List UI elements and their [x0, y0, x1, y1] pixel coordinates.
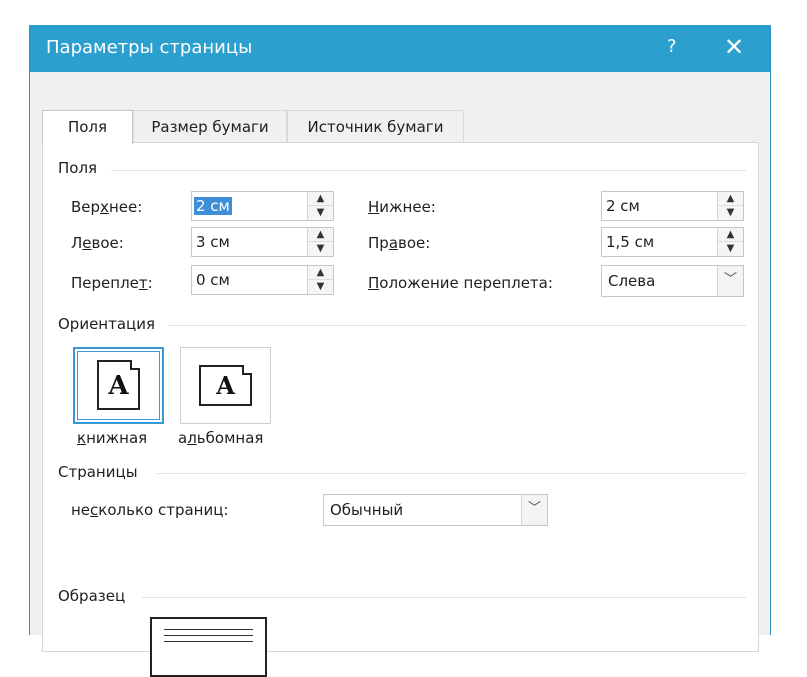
pages-group-title: Страницы	[58, 463, 138, 481]
gutter-up-icon[interactable]: ▲	[308, 266, 333, 280]
bottom-margin-arrows: ▲ ▼	[717, 192, 743, 220]
page-setup-dialog: Параметры страницы ? ✕ Поля Размер бумаг…	[29, 25, 771, 677]
portrait-orientation-button[interactable]: A	[73, 347, 164, 424]
bottom-margin-up-icon[interactable]: ▲	[718, 192, 743, 206]
chevron-down-icon[interactable]: ﹀	[717, 266, 743, 296]
top-margin-value[interactable]: 2 см	[194, 197, 232, 215]
left-margin-down-icon[interactable]: ▼	[308, 242, 333, 256]
multiple-pages-select[interactable]: Обычный ﹀	[323, 494, 548, 526]
tab-paper-source[interactable]: Источник бумаги	[287, 110, 464, 143]
landscape-label[interactable]: альбомная	[178, 429, 263, 447]
gutter-position-value: Слева	[608, 272, 656, 290]
landscape-letter: A	[216, 371, 235, 400]
right-margin-up-icon[interactable]: ▲	[718, 228, 743, 242]
right-margin-down-icon[interactable]: ▼	[718, 242, 743, 256]
landscape-page-icon: A	[199, 365, 252, 406]
title-bar: Параметры страницы ? ✕	[30, 25, 770, 72]
bottom-margin-spinner[interactable]: 2 см ▲ ▼	[601, 191, 744, 221]
left-margin-spinner[interactable]: 3 см ▲ ▼	[191, 227, 334, 257]
top-margin-arrows: ▲ ▼	[307, 192, 333, 220]
preview-text-line	[164, 641, 253, 642]
top-margin-label: Верхнее:	[71, 198, 143, 216]
tab-paper-size[interactable]: Размер бумаги	[133, 110, 287, 143]
chevron-down-icon[interactable]: ﹀	[521, 495, 547, 525]
pages-group-divider	[156, 473, 746, 474]
multiple-pages-label: несколько страниц:	[71, 501, 229, 519]
top-margin-spinner[interactable]: 2 см ▲ ▼	[191, 191, 334, 221]
gutter-label: Переплет:	[71, 274, 153, 292]
margins-group-divider	[111, 170, 746, 171]
right-margin-label: Правое:	[368, 234, 431, 252]
right-margin-spinner[interactable]: 1,5 см ▲ ▼	[601, 227, 744, 257]
orientation-group-divider	[168, 325, 746, 326]
page-fold-icon	[130, 360, 140, 370]
tab-paper-size-label: Размер бумаги	[151, 118, 269, 136]
tab-margins-label: Поля	[67, 118, 108, 136]
right-margin-value[interactable]: 1,5 см	[606, 233, 654, 251]
landscape-orientation-button[interactable]: A	[180, 347, 271, 424]
tab-paper-source-label: Источник бумаги	[307, 118, 444, 136]
tab-margins[interactable]: Поля	[42, 110, 133, 144]
bottom-margin-label: Нижнее:	[368, 198, 436, 216]
bottom-margin-value[interactable]: 2 см	[606, 197, 640, 215]
gutter-position-select[interactable]: Слева ﹀	[601, 265, 744, 297]
preview-group-divider	[142, 597, 746, 598]
gutter-value[interactable]: 0 см	[196, 271, 230, 289]
preview-page-image	[150, 617, 267, 677]
bottom-margin-down-icon[interactable]: ▼	[718, 206, 743, 220]
gutter-position-label: Положение переплета:	[368, 274, 553, 292]
left-margin-label: Левое:	[71, 234, 124, 252]
gutter-arrows: ▲ ▼	[307, 266, 333, 294]
margins-panel: Поля Верхнее: 2 см ▲ ▼ Нижнее: 2 см ▲ ▼ …	[42, 142, 759, 677]
portrait-label[interactable]: книжная	[77, 429, 147, 447]
gutter-down-icon[interactable]: ▼	[308, 280, 333, 294]
preview-group-title: Образец	[58, 587, 126, 605]
close-button[interactable]: ✕	[724, 33, 744, 61]
help-button[interactable]: ?	[667, 36, 677, 57]
preview-text-line	[164, 629, 253, 630]
top-margin-up-icon[interactable]: ▲	[308, 192, 333, 206]
preview-text-line	[164, 635, 253, 636]
orientation-group-title: Ориентация	[58, 315, 156, 333]
dialog-title: Параметры страницы	[46, 37, 253, 58]
multiple-pages-value: Обычный	[330, 501, 404, 519]
top-margin-down-icon[interactable]: ▼	[308, 206, 333, 220]
margins-group-title: Поля	[58, 159, 98, 177]
portrait-letter: A	[108, 371, 129, 401]
left-margin-arrows: ▲ ▼	[307, 228, 333, 256]
portrait-page-icon: A	[97, 360, 140, 410]
left-margin-up-icon[interactable]: ▲	[308, 228, 333, 242]
gutter-spinner[interactable]: 0 см ▲ ▼	[191, 265, 334, 295]
right-margin-arrows: ▲ ▼	[717, 228, 743, 256]
left-margin-value[interactable]: 3 см	[196, 233, 230, 251]
